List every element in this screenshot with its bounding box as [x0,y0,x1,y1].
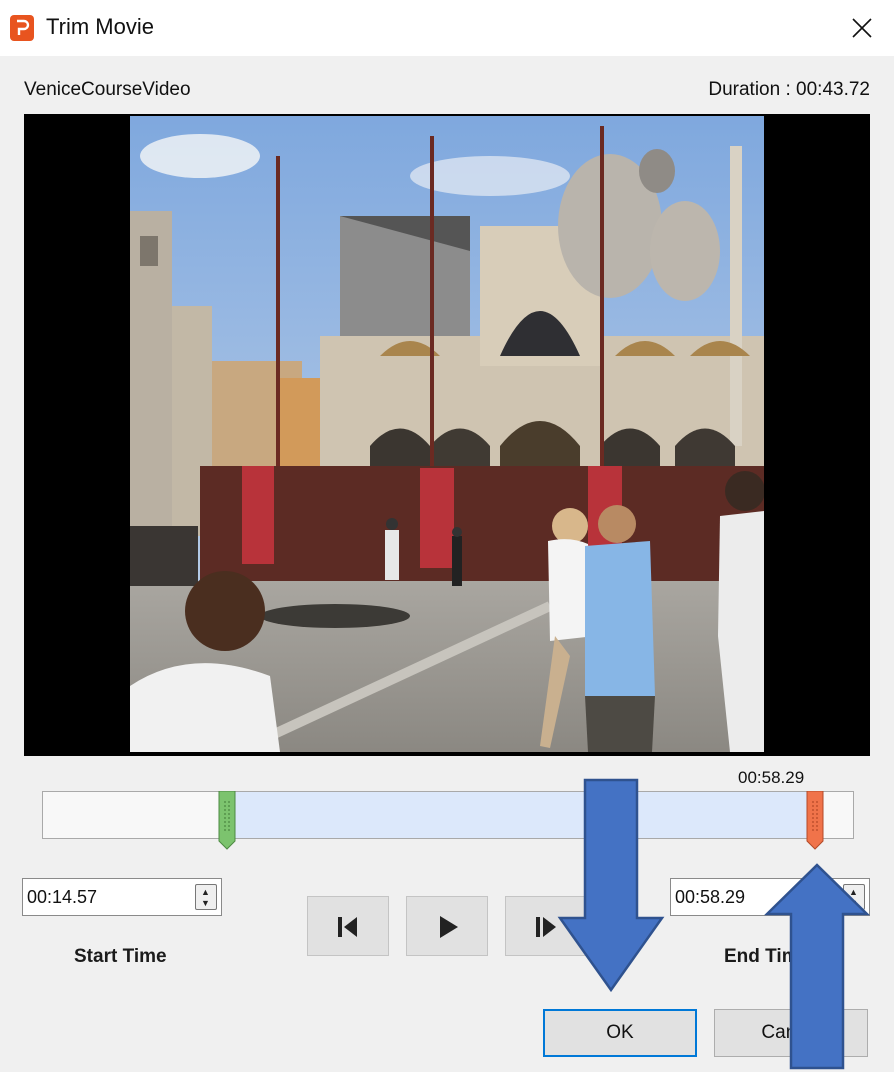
close-icon [852,18,872,38]
play-icon [440,916,458,938]
start-time-input[interactable] [27,883,187,911]
spin-up-icon[interactable]: ▲ [849,888,858,897]
previous-frame-icon [338,917,357,937]
end-marker-time: 00:58.29 [738,768,805,787]
window-title: Trim Movie [46,14,154,39]
start-trim-handle[interactable] [218,791,236,851]
next-frame-button[interactable] [505,896,587,956]
close-button[interactable] [840,8,884,48]
trim-selection [229,792,815,838]
end-time-input[interactable] [675,883,835,911]
video-duration: Duration : 00:43.72 [708,79,870,100]
ok-button[interactable]: OK [543,1009,697,1057]
start-time-field[interactable]: ▲ ▼ [22,878,222,916]
start-time-spinner[interactable]: ▲ ▼ [195,884,217,910]
video-preview[interactable] [24,114,870,756]
cancel-button[interactable]: Cancel [714,1009,868,1057]
end-trim-handle[interactable] [806,791,824,851]
powerpoint-icon [10,15,34,41]
spin-down-icon[interactable]: ▼ [849,899,858,908]
end-time-label: End Time [724,946,810,967]
spin-up-icon[interactable]: ▲ [201,888,210,897]
end-time-spinner[interactable]: ▲ ▼ [843,884,865,910]
video-file-name: VeniceCourseVideo [24,79,191,100]
start-time-label: Start Time [74,946,167,967]
previous-frame-button[interactable] [307,896,389,956]
next-frame-icon [536,917,556,937]
title-bar: Trim Movie [0,0,894,56]
trim-movie-dialog: VeniceCourseVideo Duration : 00:43.72 00… [0,56,894,1072]
end-time-field[interactable]: ▲ ▼ [670,878,870,916]
play-button[interactable] [406,896,488,956]
spin-down-icon[interactable]: ▼ [201,899,210,908]
trim-slider[interactable] [42,791,854,850]
video-frame-image [130,116,764,752]
